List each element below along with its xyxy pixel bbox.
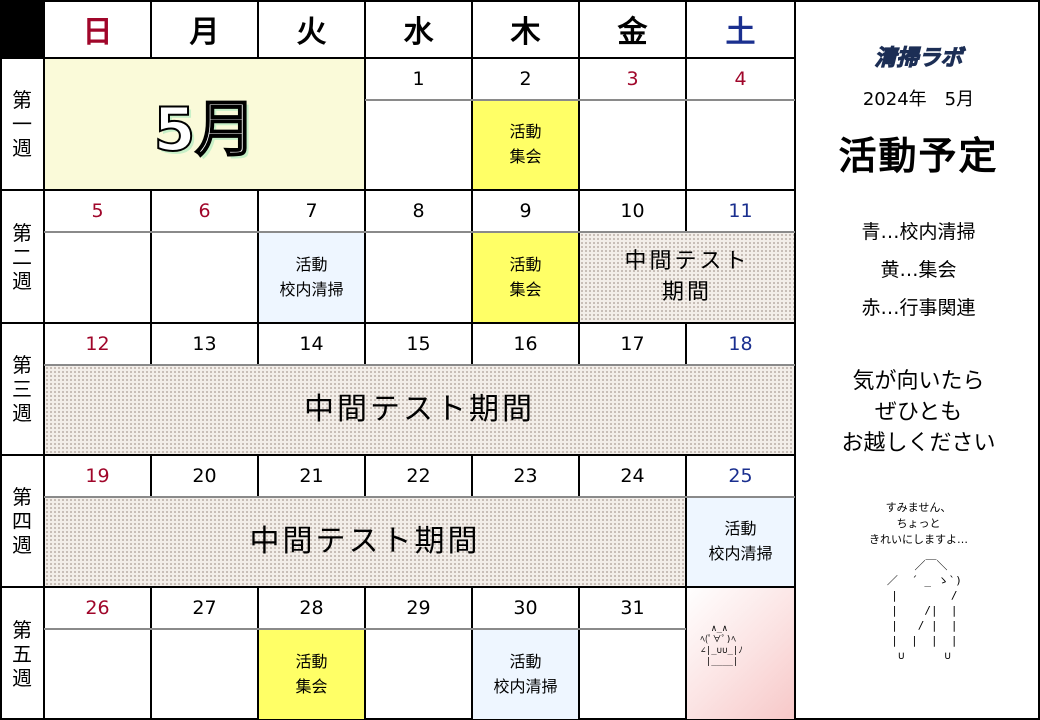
week-label-5: 第五週: [12, 617, 32, 690]
ascii-art-cat: ∧_∧ ﾍ(ﾟ∀ﾟ)ﾍ ∠|_∪∪_|ﾉ |____|: [700, 624, 743, 667]
date-13: 13: [192, 333, 217, 355]
date-31: 31: [620, 597, 645, 619]
date-21: 21: [299, 465, 324, 487]
weekday-wednesday: 水: [403, 15, 434, 50]
date-3: 3: [626, 68, 639, 90]
date-9: 9: [519, 200, 532, 222]
week-label-4: 第四週: [12, 485, 32, 557]
date-18: 18: [728, 333, 753, 355]
date-27: 27: [192, 597, 217, 619]
date-5: 5: [91, 200, 104, 222]
weekday-saturday: 土: [725, 15, 756, 50]
ascii-art-speech: すみません、 ちょっと きれいにしますよ…: [869, 501, 968, 546]
date-2: 2: [519, 68, 532, 90]
color-legend: 青…校内清掃 黄…集会 赤…行事関連: [797, 213, 1040, 327]
date-25: 25: [728, 465, 753, 487]
week-label-2: 第二週: [12, 220, 32, 293]
event-cleaning: 活動 校内清掃: [473, 630, 578, 719]
date-8: 8: [412, 200, 425, 222]
event-cleaning: 活動 校内清掃: [259, 233, 364, 322]
page-title: 活動予定: [838, 134, 999, 178]
calendar-page: 日 月 火 水 木 金 土 第一週 第二週 第三週 第四週 第五週 5月 1 2…: [0, 0, 1040, 720]
event-midterm-test: 中間テスト期間: [45, 366, 794, 454]
weekday-monday: 月: [189, 15, 220, 50]
date-11: 11: [728, 200, 753, 222]
ascii-art-figure: ／￣＼ ／ ´ _ ゝ`) | / | /| | | / | | | | | |…: [886, 559, 962, 662]
date-7: 7: [305, 200, 318, 222]
date-19: 19: [85, 465, 110, 487]
brand-logo: 清掃ラボ: [874, 46, 963, 72]
date-29: 29: [406, 597, 431, 619]
date-16: 16: [513, 333, 538, 355]
legend-red: 赤…行事関連: [861, 297, 976, 319]
date-22: 22: [406, 465, 431, 487]
date-24: 24: [620, 465, 645, 487]
legend-yellow: 黄…集会: [880, 259, 957, 281]
year-month: 2024年 5月: [862, 89, 975, 110]
event-midterm-test: 中間テスト期間: [580, 233, 794, 322]
date-6: 6: [198, 200, 211, 222]
date-30: 30: [513, 597, 538, 619]
weekday-friday: 金: [617, 15, 648, 50]
date-26: 26: [85, 597, 110, 619]
date-12: 12: [85, 333, 110, 355]
date-14: 14: [299, 333, 324, 355]
month-label: 5月: [45, 59, 364, 189]
invitation-message: 気が向いたら ぜひとも お越しください: [841, 369, 996, 456]
event-meeting: 活動 集会: [259, 630, 364, 719]
date-4: 4: [734, 68, 747, 90]
event-meeting: 活動 集会: [473, 101, 578, 189]
weekday-sunday: 日: [82, 15, 113, 50]
date-10: 10: [620, 200, 645, 222]
event-cleaning: 活動 校内清掃: [687, 498, 794, 586]
corner-block: [0, 0, 44, 58]
week-label-3: 第三週: [12, 353, 32, 425]
week-label-1: 第一週: [12, 88, 32, 160]
date-17: 17: [620, 333, 645, 355]
date-1: 1: [412, 68, 425, 90]
sidebar: 清掃ラボ 2024年 5月 活動予定 青…校内清掃 黄…集会 赤…行事関連 気が…: [797, 0, 1040, 720]
event-midterm-test: 中間テスト期間: [45, 498, 685, 586]
decorative-cell: ∧_∧ ﾍ(ﾟ∀ﾟ)ﾍ ∠|_∪∪_|ﾉ |____|: [687, 588, 794, 719]
date-28: 28: [299, 597, 324, 619]
date-20: 20: [192, 465, 217, 487]
date-23: 23: [513, 465, 538, 487]
weekday-tuesday: 火: [296, 15, 327, 50]
date-15: 15: [406, 333, 431, 355]
event-meeting: 活動 集会: [473, 233, 578, 322]
legend-blue: 青…校内清掃: [861, 221, 976, 243]
weekday-thursday: 木: [510, 15, 541, 50]
